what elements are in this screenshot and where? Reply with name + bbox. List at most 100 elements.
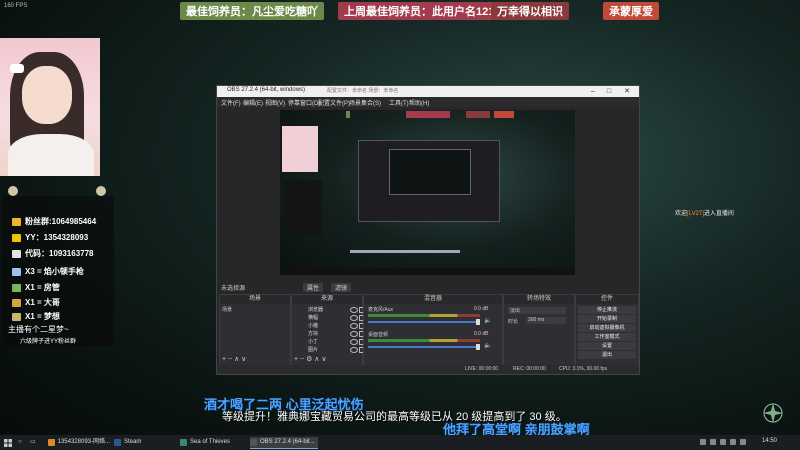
audio-meter <box>368 314 480 317</box>
taskbar-item-obs[interactable]: OBS 27.2.4 (64-bit... <box>250 437 318 449</box>
source-item[interactable]: 小丁 <box>308 338 318 345</box>
source-item[interactable]: 浏览器 <box>308 306 323 313</box>
tray-icon[interactable] <box>710 439 716 445</box>
start-button[interactable] <box>4 437 12 448</box>
tray-icon[interactable] <box>720 439 726 445</box>
visibility-icon[interactable] <box>350 307 358 313</box>
visibility-icon[interactable] <box>350 315 358 321</box>
entry-notice: 欢迎[LV27]进入直播间 <box>675 211 734 217</box>
visibility-icon[interactable] <box>350 323 358 329</box>
panel-footer-note: 六级牌子进YY粉丝群 <box>20 339 77 345</box>
mixer-track-name: 麦克风/Aux <box>368 307 394 313</box>
preview-nested-capture <box>358 140 500 222</box>
source-item[interactable]: 图片 <box>308 346 318 353</box>
source-item[interactable]: 小猪 <box>308 322 318 329</box>
info-row: X3 = 焰小顿手枪 <box>12 266 84 277</box>
duration-input[interactable]: 300 ms <box>526 317 566 324</box>
menu-scene-collection[interactable]: 场景集合(S) <box>349 98 381 107</box>
source-toolbar[interactable]: + − ⚙ ∧ ∨ <box>294 355 326 363</box>
volume-icon[interactable] <box>740 439 746 445</box>
obs-window[interactable]: OBS 27.2.4 (64-bit, windows) 配置文件：未命名 场景… <box>216 85 640 375</box>
sources-header: 来源 <box>292 295 362 304</box>
preview-taskbar <box>280 268 575 275</box>
volume-knob[interactable] <box>476 319 480 325</box>
volume-slider[interactable] <box>368 321 480 323</box>
close-button[interactable]: ✕ <box>621 87 633 96</box>
menu-profile[interactable]: 配置文件(P) <box>318 98 350 107</box>
menu-file[interactable]: 文件(F) <box>221 98 241 107</box>
visibility-icon[interactable] <box>350 331 358 337</box>
scenes-header: 场景 <box>220 295 290 304</box>
info-row: X1 = 大哥 <box>12 297 60 308</box>
preview-banner <box>494 111 514 118</box>
taskbar-item-steam[interactable]: Steam <box>114 437 172 448</box>
settings-button[interactable]: 设置 <box>578 342 636 350</box>
taskbar-item-sea-of-thieves[interactable]: Sea of Thieves <box>180 437 246 448</box>
taskbar-clock[interactable]: 14:50 <box>762 438 777 444</box>
menu-docks[interactable]: 停靠窗口(D) <box>288 98 320 107</box>
fps-counter: 160 FPS <box>4 3 28 9</box>
banner-last-week-feeder: 上周最佳饲养员：此用户名1219 <box>338 2 507 20</box>
virtual-camera-button[interactable]: 启动虚拟摄像机 <box>578 324 636 332</box>
speaker-icon[interactable]: 🔈 <box>484 342 491 349</box>
speaker-icon[interactable]: 🔈 <box>484 317 491 324</box>
studio-mode-button[interactable]: 工作室模式 <box>578 333 636 341</box>
start-recording-button[interactable]: 开始录制 <box>578 315 636 323</box>
panel-footer-slogan: 主播有个二星梦~ <box>8 325 69 334</box>
scenes-dock: 场景 场景 + − ∧ ∨ <box>219 294 291 366</box>
source-item[interactable]: 方块 <box>308 330 318 337</box>
preview-info-panel <box>284 180 322 236</box>
info-row: X1 = 梦想 <box>12 311 60 322</box>
transitions-header: 转场特效 <box>504 295 574 304</box>
menu-edit[interactable]: 编辑(E) <box>243 98 263 107</box>
network-icon[interactable] <box>730 439 736 445</box>
stop-streaming-button[interactable]: 停止推流 <box>578 306 636 314</box>
gift-icon <box>12 312 21 321</box>
search-icon[interactable]: ○ <box>18 437 22 448</box>
maximize-button[interactable]: □ <box>603 87 615 96</box>
minimize-button[interactable]: – <box>587 87 599 96</box>
scene-toolbar[interactable]: + − ∧ ∨ <box>222 355 246 363</box>
tray-icon[interactable] <box>700 439 706 445</box>
menu-help[interactable]: 帮助(H) <box>409 98 429 107</box>
info-row: 代码：1093163778 <box>12 248 94 259</box>
properties-button[interactable]: 属性 <box>303 283 324 292</box>
obs-title-hint: 配置文件：未命名 场景：未命名 <box>327 88 399 94</box>
horn-icon <box>12 267 21 276</box>
windows-icon <box>4 438 12 447</box>
webcam-feed <box>0 38 100 176</box>
info-row: YY：1354328093 <box>12 232 88 243</box>
mixer-track-db: 0.0 dB <box>474 306 489 312</box>
filters-button[interactable]: 滤镜 <box>331 283 352 292</box>
duration-label: 时长 <box>508 319 519 325</box>
info-row: X1 = 房管 <box>12 282 60 293</box>
compass-emblem-icon <box>763 403 783 423</box>
menu-tools[interactable]: 工具(T) <box>389 98 409 107</box>
rec-timer: REC: 00:00:00 <box>513 366 546 372</box>
controls-dock: 控件 停止推流 开始录制 启动虚拟摄像机 工作室模式 设置 退出 <box>575 294 639 366</box>
obs-preview[interactable] <box>280 110 575 275</box>
volume-slider[interactable] <box>368 346 480 348</box>
preview-webcam <box>282 126 318 172</box>
banner-thanks: 承蒙厚爱 <box>603 2 659 20</box>
banner-best-feeder: 最佳饲养员：凡尘爱吃糖吖 <box>180 2 324 20</box>
visibility-icon[interactable] <box>350 339 358 345</box>
mixer-dock: 混音器 麦克风/Aux 0.0 dB 🔈 桌面音频 0.0 dB 🔈 <box>363 294 503 366</box>
task-view-icon[interactable]: ▭ <box>30 437 36 448</box>
volume-knob[interactable] <box>476 344 480 350</box>
exit-button[interactable]: 退出 <box>578 351 636 359</box>
banner-fortunate: 万幸得以相识 <box>491 2 569 20</box>
preview-banner <box>346 111 350 118</box>
streamer-info-panel: 粉丝群:1064985464 YY：1354328093 代码：10931637… <box>2 196 114 346</box>
menu-view[interactable]: 视图(V) <box>265 98 285 107</box>
transition-select[interactable]: 淡出 <box>508 307 566 314</box>
scene-item[interactable]: 场景 <box>222 306 232 313</box>
source-item[interactable]: 横幅 <box>308 314 318 321</box>
visibility-icon[interactable] <box>350 347 358 353</box>
sources-dock: 来源 浏览器 横幅 小猪 方块 小丁 图片 + − ⚙ ∧ ∨ <box>291 294 365 366</box>
obs-menubar: 文件(F) 编辑(E) 视图(V) 停靠窗口(D) 配置文件(P) 场景集合(S… <box>217 97 639 107</box>
transitions-dock: 转场特效 淡出 时长 300 ms <box>503 294 575 366</box>
obs-titlebar[interactable]: OBS 27.2.4 (64-bit, windows) 配置文件：未命名 场景… <box>217 86 639 97</box>
obs-title: OBS 27.2.4 (64-bit, windows) <box>227 87 306 93</box>
taskbar-item-yy[interactable]: 1354328093-网络... <box>48 437 110 448</box>
